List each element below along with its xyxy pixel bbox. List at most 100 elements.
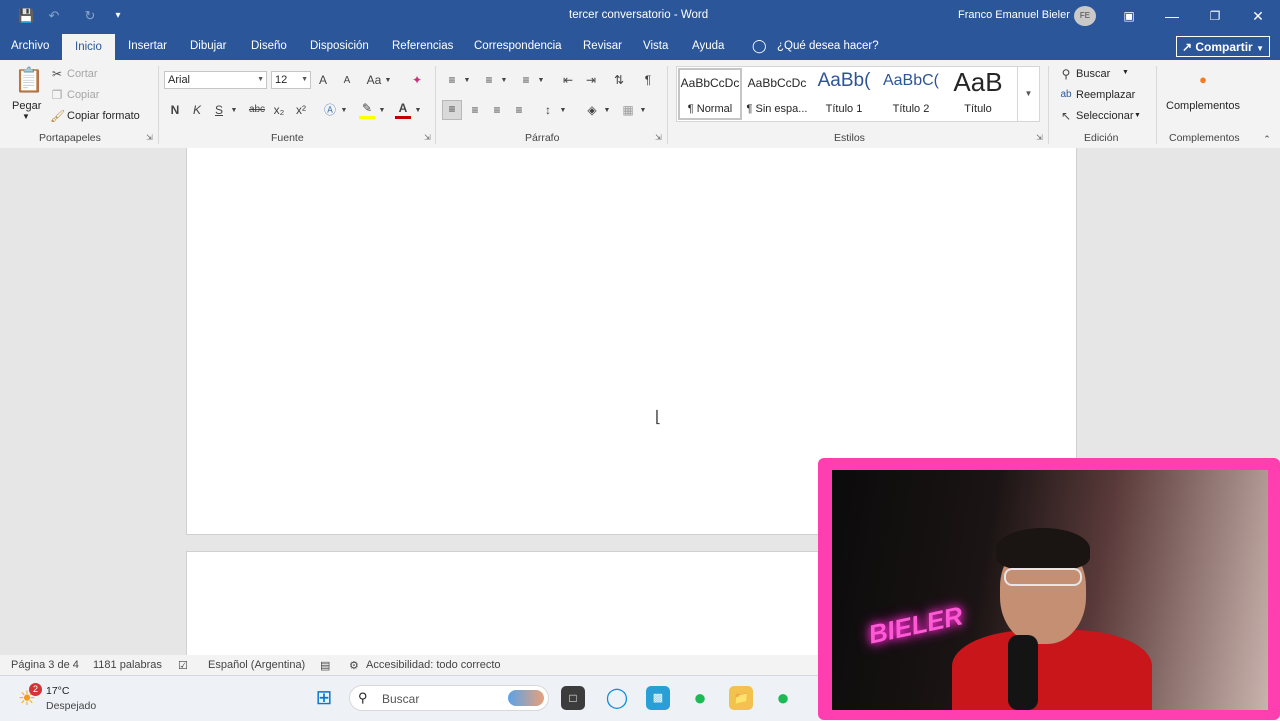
bullets-icon[interactable]: ≡ bbox=[444, 72, 460, 88]
superscript-button[interactable]: x² bbox=[292, 102, 310, 118]
word-count[interactable]: 1181 palabras bbox=[93, 659, 162, 671]
align-left-icon[interactable]: ≡ bbox=[442, 100, 462, 120]
style-title[interactable]: AaB Título bbox=[945, 67, 1011, 121]
style-heading-1[interactable]: AaBb( Título 1 bbox=[811, 67, 877, 121]
shrink-font-icon[interactable]: A bbox=[340, 73, 354, 89]
addins-icon[interactable]: ● bbox=[1196, 72, 1210, 88]
tab-inicio[interactable]: Inicio bbox=[62, 34, 115, 60]
align-right-icon[interactable]: ≡ bbox=[489, 102, 505, 118]
format-painter-icon[interactable]: 🖌 bbox=[50, 108, 65, 124]
borders-icon[interactable]: ▦ bbox=[620, 102, 636, 118]
chevron-down-icon[interactable]: ▼ bbox=[500, 73, 508, 89]
chevron-down-icon[interactable]: ▼ bbox=[1122, 69, 1129, 76]
font-name-combo[interactable]: Arial ▼ bbox=[164, 71, 267, 89]
search-icon[interactable]: ⚲ bbox=[1059, 66, 1073, 82]
sort-icon[interactable]: ⇅ bbox=[611, 72, 627, 88]
chevron-down-icon[interactable]: ▼ bbox=[230, 103, 238, 119]
paste-button[interactable]: Pegar bbox=[12, 100, 41, 112]
clear-formatting-icon[interactable]: ✦ bbox=[409, 72, 425, 88]
tab-vista[interactable]: Vista bbox=[643, 40, 668, 52]
italic-button[interactable]: K bbox=[190, 102, 204, 118]
save-icon[interactable]: 💾 bbox=[18, 8, 34, 24]
find-button[interactable]: Buscar bbox=[1076, 68, 1110, 80]
spotify-icon[interactable]: ● bbox=[688, 686, 712, 710]
justify-icon[interactable]: ≡ bbox=[511, 102, 527, 118]
chevron-down-icon[interactable]: ▼ bbox=[340, 103, 348, 119]
minimize-icon[interactable]: — bbox=[1161, 6, 1183, 26]
tab-dibujar[interactable]: Dibujar bbox=[190, 40, 226, 52]
style-heading-2[interactable]: AaBbC( Título 2 bbox=[878, 67, 944, 121]
accessibility-icon[interactable]: ⚙ bbox=[349, 659, 359, 672]
tab-insertar[interactable]: Insertar bbox=[128, 40, 167, 52]
restore-icon[interactable]: ❐ bbox=[1204, 6, 1226, 26]
taskbar-search[interactable]: ⚲ Buscar bbox=[349, 685, 549, 711]
app-icon[interactable]: ▩ bbox=[646, 686, 670, 710]
collapse-ribbon-icon[interactable]: ⌃ bbox=[1260, 131, 1274, 147]
select-cursor-icon[interactable]: ↖ bbox=[1059, 108, 1073, 124]
chevron-down-icon[interactable]: ▼ bbox=[378, 103, 386, 119]
align-center-icon[interactable]: ≡ bbox=[467, 102, 483, 118]
share-button[interactable]: ↗ Compartir ▼ bbox=[1176, 36, 1270, 57]
bold-button[interactable]: N bbox=[168, 102, 182, 118]
decrease-indent-icon[interactable]: ⇤ bbox=[560, 72, 576, 88]
chevron-down-icon[interactable]: ▼ bbox=[1134, 112, 1141, 119]
close-icon[interactable]: ✕ bbox=[1247, 6, 1269, 26]
select-button[interactable]: Seleccionar bbox=[1076, 110, 1133, 122]
page-count[interactable]: Página 3 de 4 bbox=[11, 659, 79, 671]
tell-me-input[interactable]: ¿Qué desea hacer? bbox=[777, 40, 879, 52]
styles-more-icon[interactable]: ▼ bbox=[1017, 67, 1039, 121]
format-painter-button[interactable]: Copiar formato bbox=[67, 110, 140, 122]
cut-icon[interactable]: ✂ bbox=[50, 66, 64, 82]
task-view-icon[interactable]: □ bbox=[561, 686, 585, 710]
edge-icon[interactable]: ◯ bbox=[605, 686, 629, 710]
accessibility-status[interactable]: Accesibilidad: todo correcto bbox=[366, 659, 501, 671]
line-spacing-icon[interactable]: ↕ bbox=[540, 102, 556, 118]
tab-diseno[interactable]: Diseño bbox=[251, 40, 287, 52]
paste-chevron-icon[interactable]: ▼ bbox=[22, 112, 30, 121]
multilevel-list-icon[interactable]: ≡ bbox=[518, 72, 534, 88]
font-size-combo[interactable]: 12 ▼ bbox=[271, 71, 311, 89]
avatar[interactable]: FE bbox=[1074, 6, 1096, 26]
file-explorer-icon[interactable]: 📁 bbox=[729, 686, 753, 710]
undo-icon[interactable]: ↶ bbox=[46, 8, 62, 24]
replace-icon[interactable]: ab bbox=[1058, 87, 1074, 103]
font-color-icon[interactable]: A bbox=[394, 100, 412, 119]
ribbon-display-options-icon[interactable]: ▣ bbox=[1118, 6, 1140, 26]
tab-revisar[interactable]: Revisar bbox=[583, 40, 622, 52]
proofing-icon[interactable]: ☑ bbox=[178, 659, 188, 672]
grow-font-icon[interactable]: A bbox=[316, 72, 330, 88]
chevron-down-icon[interactable]: ▼ bbox=[639, 103, 647, 119]
cut-button[interactable]: Cortar bbox=[67, 68, 98, 80]
tab-ayuda[interactable]: Ayuda bbox=[692, 40, 724, 52]
chevron-down-icon[interactable]: ▼ bbox=[463, 73, 471, 89]
underline-button[interactable]: S bbox=[212, 102, 226, 118]
chevron-down-icon[interactable]: ▼ bbox=[559, 103, 567, 119]
numbering-icon[interactable]: ≡ bbox=[481, 72, 497, 88]
temperature[interactable]: 17°C bbox=[46, 685, 69, 697]
track-changes-icon[interactable]: ▤ bbox=[320, 659, 330, 672]
replace-button[interactable]: Reemplazar bbox=[1076, 89, 1135, 101]
weather-condition[interactable]: Despejado bbox=[46, 700, 96, 712]
chevron-down-icon[interactable]: ▼ bbox=[414, 103, 422, 119]
style-no-spacing[interactable]: AaBbCcDc ¶ Sin espa... bbox=[744, 67, 810, 121]
addins-button[interactable]: Complementos bbox=[1166, 100, 1240, 112]
windows-start-icon[interactable]: ⊞ bbox=[312, 686, 336, 710]
subscript-button[interactable]: x₂ bbox=[270, 102, 288, 118]
customize-qat-icon[interactable]: ▾ bbox=[110, 8, 126, 24]
spotify-icon[interactable]: ● bbox=[771, 686, 795, 710]
highlight-icon[interactable]: ✎ bbox=[358, 100, 376, 119]
style-normal[interactable]: AaBbCcDc ¶ Normal bbox=[677, 67, 743, 121]
clipboard-launcher-icon[interactable]: ⇲ bbox=[146, 133, 153, 142]
tab-archivo[interactable]: Archivo bbox=[11, 40, 49, 52]
paragraph-launcher-icon[interactable]: ⇲ bbox=[655, 133, 662, 142]
show-marks-icon[interactable]: ¶ bbox=[640, 72, 656, 88]
language-status[interactable]: Español (Argentina) bbox=[208, 659, 305, 671]
paste-icon[interactable]: 📋 bbox=[14, 66, 44, 96]
chevron-down-icon[interactable]: ▼ bbox=[537, 73, 545, 89]
redo-icon[interactable]: ↻ bbox=[82, 8, 98, 24]
tab-referencias[interactable]: Referencias bbox=[392, 40, 453, 52]
tab-disposicion[interactable]: Disposición bbox=[310, 40, 369, 52]
font-launcher-icon[interactable]: ⇲ bbox=[424, 133, 431, 142]
user-name[interactable]: Franco Emanuel Bieler bbox=[958, 9, 1070, 21]
styles-launcher-icon[interactable]: ⇲ bbox=[1036, 133, 1043, 142]
